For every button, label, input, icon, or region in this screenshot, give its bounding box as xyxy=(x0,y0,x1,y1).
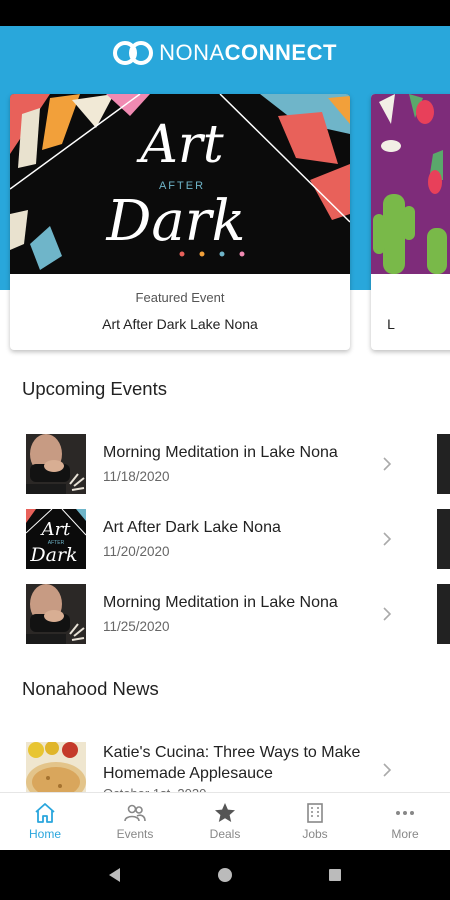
bottom-tab-bar: Home Events Deals Jobs More xyxy=(0,792,450,850)
event-thumbnail-peek xyxy=(437,434,450,494)
system-navigation-bar xyxy=(0,850,450,900)
tab-jobs[interactable]: Jobs xyxy=(270,793,360,850)
event-thumbnail-peek xyxy=(437,584,450,644)
tab-jobs-label: Jobs xyxy=(302,827,328,841)
app-screen: NONACONNECT Art AFTER Dark Featured Even… xyxy=(0,26,450,850)
event-thumbnail-peek xyxy=(437,509,450,569)
meditation-thumbnail xyxy=(26,434,86,494)
tab-home-label: Home xyxy=(28,827,61,841)
featured-card[interactable]: Art AFTER Dark Featured Event Art After … xyxy=(10,94,350,350)
star-icon xyxy=(215,803,235,822)
chevron-right-icon xyxy=(383,607,392,621)
logo-mark-icon xyxy=(113,41,154,65)
tab-more-label: More xyxy=(391,827,419,841)
event-date: 11/20/2020 xyxy=(103,544,170,559)
art-after-dark-image: Art AFTER Dark xyxy=(10,94,350,274)
event-list-item[interactable]: Morning Meditation in Lake Nona 11/18/20… xyxy=(0,434,420,498)
home-icon xyxy=(35,803,55,823)
art-after-dark-thumbnail: Art AFTER Dark xyxy=(26,509,86,569)
event-name: Morning Meditation in Lake Nona xyxy=(103,444,338,461)
featured-card[interactable]: L xyxy=(371,94,450,350)
people-icon xyxy=(124,804,146,822)
event-name: Art After Dark Lake Nona xyxy=(103,519,281,536)
upcoming-events-heading: Upcoming Events xyxy=(22,378,167,399)
cactus-art-image xyxy=(371,94,450,274)
news-list-item[interactable]: Katie's Cucina: Three Ways to Make Homem… xyxy=(0,740,450,802)
event-name: Morning Meditation in Lake Nona xyxy=(103,594,338,611)
news-title: Katie's Cucina: Three Ways to Make Homem… xyxy=(103,744,361,782)
event-date: 11/18/2020 xyxy=(103,469,170,484)
building-icon xyxy=(307,803,323,823)
logo-text-bold: CONNECT xyxy=(224,40,337,65)
home-circle-icon[interactable] xyxy=(215,865,235,885)
event-date: 11/25/2020 xyxy=(103,619,170,634)
chevron-right-icon xyxy=(383,532,392,546)
tab-home[interactable]: Home xyxy=(0,793,90,850)
svg-text:Dark: Dark xyxy=(106,189,246,254)
tab-events[interactable]: Events xyxy=(90,793,180,850)
featured-carousel[interactable]: Art AFTER Dark Featured Event Art After … xyxy=(0,94,450,356)
svg-text:Art: Art xyxy=(136,115,223,175)
featured-card-title: Art After Dark Lake Nona xyxy=(102,316,258,332)
recents-icon[interactable] xyxy=(325,865,345,885)
chevron-right-icon xyxy=(383,763,392,777)
logo-text-light: NONA xyxy=(159,40,225,65)
featured-card-subtitle: Featured Event xyxy=(135,290,225,305)
tab-deals-label: Deals xyxy=(209,827,241,841)
svg-text:Art: Art xyxy=(40,519,72,540)
more-dots-icon xyxy=(396,811,414,815)
back-icon[interactable] xyxy=(105,865,125,885)
chevron-right-icon xyxy=(383,457,392,471)
event-list-item[interactable]: Morning Meditation in Lake Nona 11/25/20… xyxy=(0,584,420,648)
tab-deals[interactable]: Deals xyxy=(180,793,270,850)
featured-card-title: L xyxy=(387,316,395,332)
status-bar xyxy=(0,0,450,26)
nonahood-news-heading: Nonahood News xyxy=(22,678,159,699)
tab-more[interactable]: More xyxy=(360,793,450,850)
app-logo: NONACONNECT xyxy=(0,40,450,66)
event-list-item[interactable]: Art AFTER Dark Art After Dark Lake Nona … xyxy=(0,509,420,573)
svg-text:Dark: Dark xyxy=(29,544,77,566)
tab-events-label: Events xyxy=(116,827,154,841)
meditation-thumbnail xyxy=(26,584,86,644)
